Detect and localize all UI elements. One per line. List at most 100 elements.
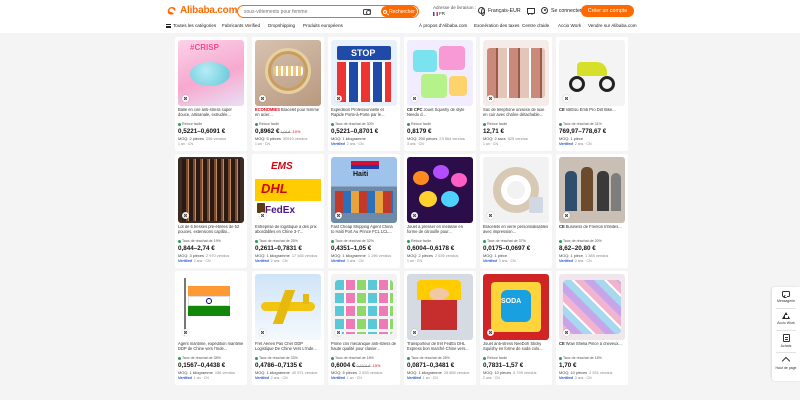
nav-dropshipping[interactable]: Dropshipping [268, 23, 295, 28]
nav-all-categories[interactable]: Toutes les catégories [166, 23, 216, 28]
camera-search-icon[interactable] [363, 8, 371, 15]
product-title[interactable]: Jouet à presser en melasse en forme de c… [407, 225, 473, 239]
supplier-row[interactable]: Verified 1 an · CN [178, 376, 209, 380]
product-title[interactable]: Jouet anti-stress NeeDoh Sticky Squishy … [483, 342, 549, 356]
video-play-icon[interactable] [487, 212, 494, 219]
product-title[interactable]: Sac de téléphone unisexe de luxe en cuir… [483, 108, 549, 122]
product-title[interactable]: Entreprise de logistique à des prix abor… [255, 225, 321, 239]
nav-help-center[interactable]: Centre d'aide [522, 23, 549, 28]
supplier-row[interactable]: Verified 2 ans · CN [255, 376, 288, 380]
product-card[interactable]: Agent maritime, expédition maritime DDP … [175, 271, 247, 385]
supplier-row[interactable]: 1 an · CN [255, 142, 270, 146]
supplier-row[interactable]: Verified 3 ans · CN [559, 376, 592, 380]
sign-in-link[interactable]: Se connecter [541, 7, 582, 14]
product-image[interactable] [559, 40, 625, 106]
product-image[interactable] [178, 274, 244, 340]
product-card[interactable]: Fret Aérien Pas Cher DDP Logistique De C… [252, 271, 324, 385]
product-card[interactable]: Jouet à presser en melasse en forme de c… [404, 154, 476, 268]
product-card[interactable]: EMSDHLFedExDHL Entreprise de logistique à… [252, 154, 324, 268]
video-play-icon[interactable] [487, 95, 494, 102]
nav-sell[interactable]: Vendre sur Alibaba.com [588, 23, 637, 28]
nav-european-products[interactable]: Produits européens [303, 23, 343, 28]
messages-button[interactable]: Messagerie [772, 291, 800, 303]
product-title[interactable]: Lot de 6 tresses pré-étirées de 52 pouce… [178, 225, 244, 239]
supplier-row[interactable]: Verified 1 an · CN [331, 376, 362, 380]
signup-button[interactable]: Créer un compte [581, 5, 634, 17]
video-play-icon[interactable] [182, 95, 189, 102]
product-title[interactable]: Expédition Professionnelle et Rapide Por… [331, 108, 397, 122]
supplier-row[interactable]: Verified 3 ans · CN [559, 259, 592, 263]
video-play-icon[interactable] [563, 329, 570, 336]
product-title[interactable]: ÉCONOMIESBracelet pour femme en acier... [255, 108, 321, 122]
orders-button[interactable]: Achats [772, 334, 800, 348]
back-to-top-button[interactable]: Haut de page [772, 355, 800, 370]
video-play-icon[interactable] [411, 95, 418, 102]
product-title[interactable]: CE CPCJouet Squishy de style Needo d... [407, 108, 473, 122]
product-card[interactable]: CEVattrou Emb Pro Dirt Bike... Taux de ré… [556, 37, 628, 151]
nav-about[interactable]: À propos d'Alibaba.com [419, 23, 467, 28]
product-image[interactable] [407, 274, 473, 340]
video-play-icon[interactable] [487, 329, 494, 336]
product-title[interactable]: Prime cris mécanique anti-stress de haut… [331, 342, 397, 356]
supplier-row[interactable]: Verified 3 ans · CN [331, 259, 364, 263]
supplier-row[interactable]: 1 an · CN [407, 259, 422, 263]
supplier-row[interactable]: Verified 2 ans · CN [559, 142, 592, 146]
supplier-row[interactable]: Verified 2 ans · CN [178, 259, 211, 263]
product-card[interactable]: Transporteur de fret FedEx DHL Express b… [404, 271, 476, 385]
product-title[interactable]: Transporteur de fret FedEx DHL Express b… [407, 342, 473, 356]
search-button[interactable]: Rechercher [381, 6, 417, 17]
supplier-row[interactable]: 1 an · CN [483, 142, 498, 146]
product-title[interactable]: CEWow Shelia Pince à cheveux... [559, 342, 625, 356]
supplier-row[interactable]: 1 an · CN [178, 142, 193, 146]
product-title[interactable]: Agent maritime, expédition maritime DDP … [178, 342, 244, 356]
product-card[interactable]: SODA Jouet anti-stress NeeDoh Sticky Squi… [480, 271, 552, 385]
product-card[interactable]: HaitiHaiti Fast Cheap Shipping Agent Chin… [328, 154, 400, 268]
product-image[interactable] [407, 40, 473, 106]
video-play-icon[interactable] [335, 212, 342, 219]
product-image[interactable] [178, 157, 244, 223]
product-card[interactable]: ÉCONOMIESBracelet pour femme en acier...… [252, 37, 324, 151]
product-card[interactable]: STOPSTOP Expédition Professionnelle et Ra… [328, 37, 400, 151]
video-play-icon[interactable] [182, 212, 189, 219]
supplier-row[interactable]: 3 ans · CN [407, 142, 424, 146]
video-play-icon[interactable] [411, 329, 418, 336]
video-play-icon[interactable] [259, 329, 266, 336]
product-image[interactable]: EMSDHLFedExDHL [255, 157, 321, 223]
product-image[interactable] [407, 157, 473, 223]
product-card[interactable]: CEBusiness de Freelon Infinites... Taux d… [556, 154, 628, 268]
product-image[interactable]: HaitiHaiti [331, 157, 397, 223]
product-card[interactable]: Prime cris mécanique anti-stress de haut… [328, 271, 400, 385]
product-image[interactable] [483, 157, 549, 223]
nav-verified-manufacturers[interactable]: Fabricants Verified [222, 23, 260, 28]
product-card[interactable]: Sac de téléphone unisexe de luxe en cuir… [480, 37, 552, 151]
product-image[interactable] [559, 157, 625, 223]
product-image[interactable] [559, 274, 625, 340]
video-play-icon[interactable] [335, 95, 342, 102]
nav-tax-exemption[interactable]: Exonération des taxes [474, 23, 519, 28]
video-play-icon[interactable] [259, 95, 266, 102]
product-title[interactable]: CEBusiness de Freelon Infinites... [559, 225, 625, 239]
product-image[interactable]: #CRISPCRISP [178, 40, 244, 106]
product-title[interactable]: Fast Cheap Shipping Agent China to Haiti… [331, 225, 397, 239]
language-selector[interactable]: Français-EUR [478, 7, 521, 16]
video-play-icon[interactable] [563, 95, 570, 102]
product-card[interactable]: #CRISPCRISP Balle en cire anti-stress sup… [175, 37, 247, 151]
product-image[interactable] [483, 40, 549, 106]
product-card[interactable]: CEWow Shelia Pince à cheveux... Taux de r… [556, 271, 628, 385]
video-play-icon[interactable] [335, 329, 342, 336]
product-card[interactable]: Bracelets en verre personnalisables avec… [480, 154, 552, 268]
product-image[interactable]: STOPSTOP [331, 40, 397, 106]
product-title[interactable]: CEVattrou Emb Pro Dirt Bike... [559, 108, 625, 122]
product-image[interactable] [255, 274, 321, 340]
cart-button[interactable] [526, 7, 535, 15]
video-play-icon[interactable] [259, 212, 266, 219]
supplier-row[interactable]: Verified 3 ans · CN [483, 259, 516, 263]
deliver-to[interactable]: Adresse de livraison : FR [433, 5, 476, 17]
video-play-icon[interactable] [563, 212, 570, 219]
product-title[interactable]: Bracelets en verre personnalisables avec… [483, 225, 549, 239]
product-card[interactable]: CE CPCJouet Squishy de style Needo d... R… [404, 37, 476, 151]
video-play-icon[interactable] [182, 329, 189, 336]
supplier-row[interactable]: Verified 1 an · CN [407, 376, 438, 380]
supplier-row[interactable]: Verified 2 ans · CN [255, 259, 288, 263]
supplier-row[interactable]: Verified 2 ans · CN [331, 142, 364, 146]
